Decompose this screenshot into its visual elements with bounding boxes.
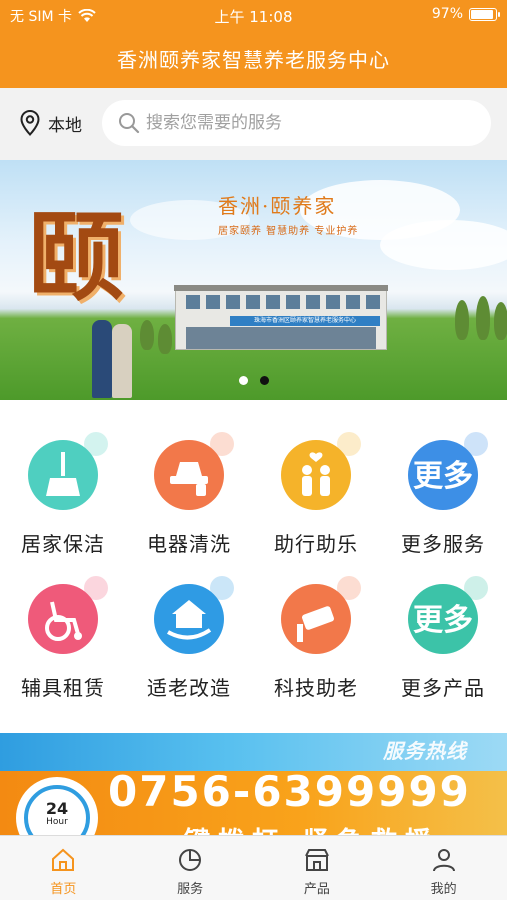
icon-halo bbox=[210, 576, 234, 600]
icon-halo bbox=[210, 432, 234, 456]
service-label: 电器清洗 bbox=[147, 532, 231, 556]
svg-text:更多: 更多 bbox=[413, 459, 473, 494]
house-hand-icon bbox=[154, 576, 234, 654]
search-row: 本地 bbox=[0, 88, 507, 160]
tab-store[interactable]: 产品 bbox=[254, 836, 381, 900]
store-icon bbox=[304, 849, 329, 871]
location-selector[interactable]: 本地 bbox=[20, 110, 82, 136]
banner-tree bbox=[140, 320, 154, 350]
helping-hands-icon bbox=[281, 432, 361, 510]
building-window bbox=[226, 295, 240, 309]
user-icon bbox=[432, 849, 455, 872]
search-input[interactable] bbox=[146, 113, 466, 133]
service-label: 科技助老 bbox=[274, 676, 358, 700]
banner-building: 珠海市香洲区颐养家智慧养老服务中心 bbox=[174, 285, 388, 350]
service-label: 辅具租赁 bbox=[21, 676, 105, 700]
hotline-phone[interactable]: 0756-6399999 bbox=[108, 767, 471, 816]
home-icon bbox=[52, 848, 75, 871]
location-label: 本地 bbox=[48, 115, 82, 136]
service-item[interactable]: 助行助乐 bbox=[253, 432, 379, 557]
page-title: 香洲颐养家智慧养老服务中心 bbox=[117, 48, 390, 72]
building-entrance bbox=[186, 327, 376, 349]
building-roof bbox=[174, 285, 388, 291]
building-window bbox=[266, 295, 280, 309]
tab-user[interactable]: 我的 bbox=[380, 836, 507, 900]
service-item[interactable]: 居家保洁 bbox=[0, 432, 126, 557]
banner-slogan: 居家颐养 智慧助养 专业护养 bbox=[218, 226, 359, 237]
wheelchair-icon bbox=[28, 576, 108, 654]
icon-halo bbox=[84, 576, 108, 600]
app-header: 无 SIM 卡 上午 11:08 97% 香洲颐养家智慧养老服务中心 bbox=[0, 0, 507, 88]
clock-unit: Hour bbox=[46, 817, 68, 827]
banner-big-character: 颐 bbox=[28, 201, 124, 314]
building-sign: 珠海市香洲区颐养家智慧养老服务中心 bbox=[230, 316, 380, 326]
person-figure bbox=[92, 320, 112, 398]
banner-people bbox=[92, 320, 138, 400]
tab-label: 我的 bbox=[430, 882, 457, 897]
status-bar: 无 SIM 卡 上午 11:08 97% bbox=[0, 0, 507, 30]
banner-carousel[interactable]: 颐 香洲·颐养家 居家颐养 智慧助养 专业护养 珠海市香洲区颐养家智慧养老服务中… bbox=[0, 160, 507, 400]
tab-service-chart[interactable]: 服务 bbox=[127, 836, 254, 900]
broom-icon bbox=[28, 432, 108, 510]
tab-label: 服务 bbox=[177, 882, 204, 897]
banner-cloud bbox=[380, 220, 507, 270]
svg-text:更多: 更多 bbox=[413, 603, 473, 638]
service-item[interactable]: 电器清洗 bbox=[126, 432, 252, 557]
banner-tree bbox=[494, 302, 507, 340]
service-item[interactable]: 适老改造 bbox=[126, 576, 252, 701]
bottom-tab-bar: 首页 服务 产品 我的 bbox=[0, 835, 507, 900]
building-window bbox=[306, 295, 320, 309]
icon-halo bbox=[464, 432, 488, 456]
search-icon bbox=[119, 113, 140, 134]
building-window bbox=[326, 295, 340, 309]
camera-icon bbox=[281, 576, 361, 654]
battery-fill bbox=[471, 9, 494, 19]
carousel-dot[interactable] bbox=[238, 376, 248, 385]
building-window bbox=[186, 295, 200, 309]
carousel-indicator bbox=[0, 376, 507, 385]
service-label: 居家保洁 bbox=[21, 532, 105, 556]
hotline-tag: 服务热线 bbox=[383, 739, 467, 763]
icon-halo bbox=[337, 432, 361, 456]
icon-halo bbox=[337, 576, 361, 600]
person-figure bbox=[112, 324, 132, 398]
location-pin-icon bbox=[20, 110, 40, 136]
tab-label: 首页 bbox=[50, 882, 77, 897]
banner-brand: 香洲·颐养家 bbox=[218, 194, 337, 218]
search-bar[interactable] bbox=[102, 100, 491, 146]
service-item[interactable]: 辅具租赁 bbox=[0, 576, 126, 701]
service-item[interactable]: 更多 更多服务 bbox=[380, 432, 506, 557]
tab-label: 产品 bbox=[303, 882, 330, 897]
icon-halo bbox=[84, 432, 108, 456]
battery-percent: 97% bbox=[431, 6, 463, 22]
service-label: 助行助乐 bbox=[274, 532, 358, 556]
service-item[interactable]: 科技助老 bbox=[253, 576, 379, 701]
banner-tree bbox=[476, 296, 490, 340]
service-label: 更多产品 bbox=[401, 676, 485, 700]
building-window bbox=[246, 295, 260, 309]
building-window bbox=[206, 295, 220, 309]
hotline-banner[interactable]: 服务热线 24 Hour 0756-6399999 一键拨打 紧急救援 bbox=[0, 733, 507, 835]
carousel-dot[interactable] bbox=[259, 376, 269, 385]
service-label: 适老改造 bbox=[147, 676, 231, 700]
building-window bbox=[346, 295, 360, 309]
service-chart-icon bbox=[179, 849, 202, 871]
battery-icon bbox=[469, 7, 500, 21]
more-products-icon: 更多 bbox=[408, 576, 488, 654]
building-window bbox=[366, 295, 380, 309]
tab-home[interactable]: 首页 bbox=[0, 836, 127, 900]
battery-group: 97% bbox=[431, 6, 500, 22]
icon-halo bbox=[464, 576, 488, 600]
appliance-clean-icon bbox=[154, 432, 234, 510]
service-label: 更多服务 bbox=[401, 532, 485, 556]
clock-hours: 24 bbox=[45, 799, 69, 818]
building-window bbox=[286, 295, 300, 309]
service-item[interactable]: 更多 更多产品 bbox=[380, 576, 506, 701]
hotline-subtitle: 一键拨打 紧急救援 bbox=[150, 821, 439, 835]
banner-tree bbox=[158, 324, 172, 354]
banner-tree bbox=[455, 300, 469, 340]
more-services-icon: 更多 bbox=[408, 432, 488, 510]
